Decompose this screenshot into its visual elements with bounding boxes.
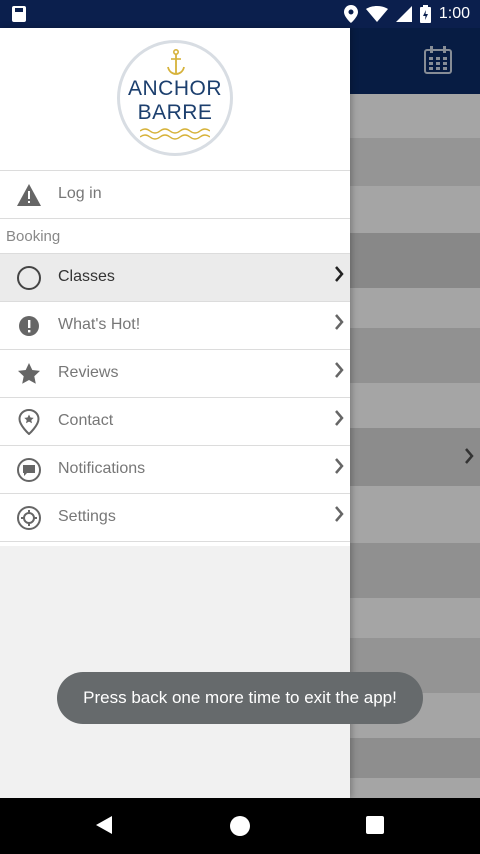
menu-item-contact[interactable]: Contact: [0, 398, 350, 446]
recents-icon[interactable]: [366, 816, 384, 834]
logo-line2: BARRE: [137, 101, 213, 124]
gear-icon: [17, 506, 41, 530]
menu-item-classes[interactable]: Classes: [0, 254, 350, 302]
logo-line1: ANCHOR: [127, 77, 222, 100]
location-icon: [343, 5, 358, 23]
system-nav-bar: [0, 798, 480, 854]
chevron-right-icon: [335, 266, 344, 282]
back-icon[interactable]: [95, 815, 113, 835]
section-label-booking: Booking: [0, 219, 350, 254]
menu-item-label: Classes: [58, 268, 115, 285]
chevron-right-icon: [335, 362, 344, 378]
menu-item-label: What's Hot!: [58, 316, 141, 333]
signal-icon: [395, 6, 412, 22]
login-row[interactable]: Log in: [0, 171, 350, 219]
circle-outline-icon: [17, 266, 41, 290]
menu-item-reviews[interactable]: Reviews: [0, 350, 350, 398]
toast-message: Press back one more time to exit the app…: [57, 672, 423, 724]
chat-bubble-icon: [17, 458, 41, 482]
drawer-header: ANCHOR BARRE: [0, 28, 350, 171]
wifi-icon: [365, 6, 388, 22]
star-icon: [18, 363, 40, 384]
chevron-right-icon: [335, 506, 344, 522]
menu-item-label: Reviews: [58, 364, 119, 381]
chevron-right-icon: [335, 410, 344, 426]
menu-item-settings[interactable]: Settings: [0, 494, 350, 542]
menu-item-label: Notifications: [58, 460, 146, 477]
battery-icon: [419, 5, 431, 23]
status-bar: 1:00: [0, 0, 480, 28]
chevron-right-icon: [335, 314, 344, 330]
location-pin-icon: [18, 409, 40, 435]
chevron-right-icon: [465, 448, 474, 464]
menu-item-label: Contact: [58, 412, 114, 429]
menu-item-label: Settings: [58, 508, 116, 525]
menu-item-whats-hot[interactable]: What's Hot!: [0, 302, 350, 350]
login-label: Log in: [58, 185, 102, 202]
waves-icon: [140, 128, 210, 140]
menu-item-notifications[interactable]: Notifications: [0, 446, 350, 494]
anchor-icon: [167, 49, 185, 75]
anchor-barre-logo: ANCHOR BARRE: [117, 40, 233, 156]
clock-text: 1:00: [438, 5, 470, 22]
chevron-right-icon: [335, 458, 344, 474]
warning-icon: [17, 184, 41, 206]
sd-card-icon: [12, 6, 26, 22]
home-icon[interactable]: [230, 816, 250, 836]
exclamation-circle-icon: [19, 316, 39, 336]
